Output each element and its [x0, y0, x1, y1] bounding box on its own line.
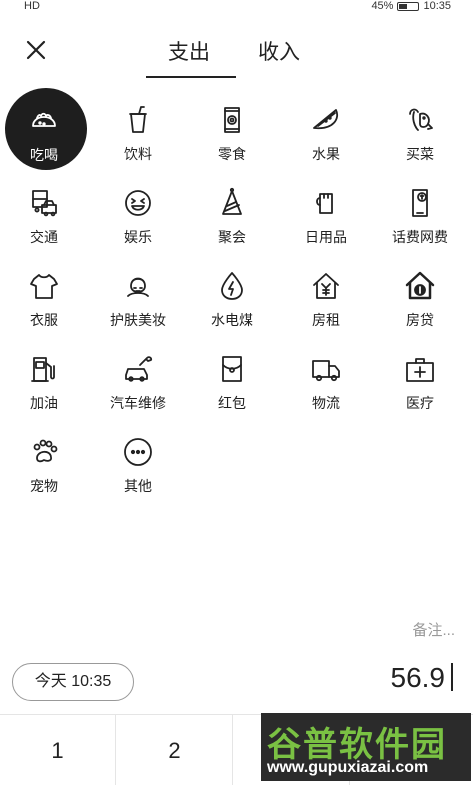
category-11[interactable]: 衣服	[0, 258, 89, 340]
category-17[interactable]: 汽车维修	[93, 341, 183, 423]
laugh-face-icon	[120, 185, 156, 221]
category-20[interactable]: 医疗	[375, 341, 465, 423]
category-label: 其他	[124, 478, 152, 494]
watermark-url: www.gupuxiazai.com	[267, 759, 429, 776]
vegetable-fish-icon	[402, 102, 438, 138]
category-label: 医疗	[406, 395, 434, 411]
category-label: 买菜	[406, 146, 434, 162]
phone-bill-icon	[402, 185, 438, 221]
category-14[interactable]: 房租	[281, 258, 371, 340]
category-9[interactable]: 日用品	[281, 175, 371, 257]
category-16[interactable]: 加油	[0, 341, 89, 423]
utility-drop-icon	[214, 268, 250, 304]
category-8[interactable]: 聚会	[187, 175, 277, 257]
category-22[interactable]: 其他	[93, 424, 183, 506]
amount-display: 56.9	[390, 662, 453, 694]
category-19[interactable]: 物流	[281, 341, 371, 423]
category-label: 汽车维修	[110, 395, 166, 411]
category-21[interactable]: 宠物	[0, 424, 89, 506]
category-13[interactable]: 水电煤	[187, 258, 277, 340]
battery-icon	[397, 1, 420, 11]
house-dollar-icon	[402, 268, 438, 304]
snack-bag-icon	[214, 102, 250, 138]
type-tabs: 支出 收入	[0, 32, 473, 80]
category-label: 吃喝	[30, 147, 58, 163]
status-bar: HD 45% 10:35	[0, 0, 473, 14]
category-1[interactable]: 吃喝	[0, 88, 89, 174]
category-label: 话费网费	[392, 229, 448, 245]
active-tab-underline	[146, 76, 236, 78]
drink-cup-icon	[120, 102, 156, 138]
category-label: 水果	[312, 146, 340, 162]
category-label: 护肤美妆	[110, 312, 166, 328]
category-10[interactable]: 话费网费	[375, 175, 465, 257]
category-label: 交通	[30, 229, 58, 245]
category-label: 衣服	[30, 312, 58, 328]
note-input[interactable]: 备注...	[412, 619, 455, 640]
category-label: 饮料	[124, 146, 152, 162]
amount-value: 56.9	[390, 662, 446, 693]
face-mask-icon	[120, 268, 156, 304]
category-label: 房贷	[406, 312, 434, 328]
category-label: 水电煤	[211, 312, 253, 328]
category-15[interactable]: 房贷	[375, 258, 465, 340]
bus-car-icon	[26, 185, 62, 221]
key-2[interactable]: 2	[117, 715, 233, 785]
category-12[interactable]: 护肤美妆	[93, 258, 183, 340]
truck-icon	[308, 351, 344, 387]
paw-icon	[26, 434, 62, 470]
category-label: 加油	[30, 395, 58, 411]
medical-kit-icon	[402, 351, 438, 387]
red-envelope-icon	[214, 351, 250, 387]
category-label: 日用品	[305, 229, 347, 245]
category-4[interactable]: 水果	[281, 92, 371, 174]
category-label: 红包	[218, 395, 246, 411]
party-hat-icon	[214, 185, 250, 221]
tab-expense[interactable]: 支出	[168, 36, 210, 66]
dumpling-icon	[26, 102, 62, 138]
input-caret	[451, 663, 453, 691]
watermark-logo: 谷普软件园 www.gupuxiazai.com	[261, 713, 471, 781]
house-yen-icon	[308, 268, 344, 304]
clock: 10:35	[423, 0, 451, 12]
date-picker-button[interactable]: 今天 10:35	[12, 663, 134, 701]
fuel-pump-icon	[26, 351, 62, 387]
status-left-text: HD	[24, 0, 40, 12]
tab-income[interactable]: 收入	[258, 36, 300, 66]
more-dots-icon	[120, 434, 156, 470]
wrench-car-icon	[120, 351, 156, 387]
category-label: 物流	[312, 395, 340, 411]
tshirt-icon	[26, 268, 62, 304]
key-1[interactable]: 1	[0, 715, 116, 785]
category-18[interactable]: 红包	[187, 341, 277, 423]
category-6[interactable]: 交通	[0, 175, 89, 257]
category-7[interactable]: 娱乐	[93, 175, 183, 257]
category-label: 房租	[312, 312, 340, 328]
status-right: 45% 10:35	[371, 0, 451, 12]
category-label: 娱乐	[124, 229, 152, 245]
category-3[interactable]: 零食	[187, 92, 277, 174]
tissue-roll-icon	[308, 185, 344, 221]
category-2[interactable]: 饮料	[93, 92, 183, 174]
category-label: 聚会	[218, 229, 246, 245]
watermelon-icon	[308, 102, 344, 138]
category-label: 零食	[218, 146, 246, 162]
category-5[interactable]: 买菜	[375, 92, 465, 174]
battery-percent: 45%	[371, 0, 394, 12]
category-label: 宠物	[30, 478, 58, 494]
